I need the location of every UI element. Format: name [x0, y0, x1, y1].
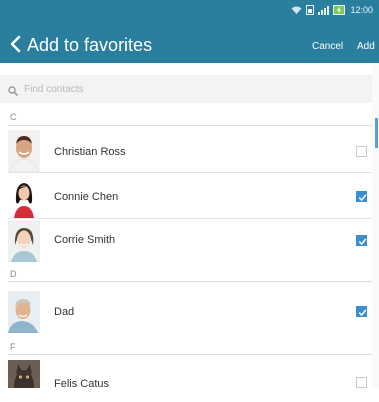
- contact-row[interactable]: Corrie Smith: [0, 220, 372, 262]
- contact-checkbox[interactable]: [356, 235, 367, 246]
- title-bar: Add to favorites Cancel Add: [0, 30, 379, 60]
- contact-row[interactable]: Christian Ross: [0, 130, 372, 172]
- contact-row[interactable]: Felis Catus: [0, 360, 372, 402]
- search-icon: [8, 83, 18, 101]
- avatar: [8, 130, 40, 172]
- contact-name: Corrie Smith: [54, 234, 116, 246]
- avatar: [8, 220, 40, 262]
- wifi-icon: [291, 6, 302, 15]
- sim-icon: [306, 5, 315, 15]
- contact-name: Christian Ross: [54, 146, 126, 158]
- section-letter: D: [10, 269, 17, 279]
- contact-checkbox[interactable]: [356, 306, 367, 317]
- contact-row[interactable]: Dad: [0, 291, 372, 333]
- row-divider: [8, 172, 372, 173]
- section-divider: [8, 281, 372, 282]
- contact-checkbox[interactable]: [356, 377, 367, 388]
- section-letter: C: [10, 112, 17, 122]
- contact-checkbox[interactable]: [356, 146, 367, 157]
- list-edge: [372, 63, 379, 388]
- avatar: [8, 176, 40, 218]
- contact-name: Dad: [54, 306, 75, 318]
- row-divider: [8, 218, 372, 219]
- avatar: [8, 360, 40, 388]
- add-button[interactable]: Add: [357, 41, 375, 52]
- section-divider: [8, 125, 372, 126]
- status-time: 12:00: [350, 5, 373, 15]
- avatar: [8, 291, 40, 333]
- section-letter: F: [10, 342, 16, 352]
- battery-charging-icon: [333, 5, 346, 15]
- back-button[interactable]: [9, 34, 25, 54]
- contact-checkbox[interactable]: [356, 191, 367, 202]
- search-bar: [0, 75, 372, 103]
- contact-name: Connie Chen: [54, 191, 119, 203]
- cancel-button[interactable]: Cancel: [312, 41, 343, 52]
- checkmark-icon: [358, 309, 367, 317]
- contact-row[interactable]: Connie Chen: [0, 176, 372, 218]
- status-bar: 12:00: [291, 3, 373, 17]
- checkmark-icon: [358, 194, 367, 202]
- app-header: 12:00 Add to favorites Cancel Add: [0, 0, 379, 63]
- contact-name: Felis Catus: [54, 378, 110, 390]
- signal-icon: [318, 5, 330, 15]
- scrollbar[interactable]: [375, 118, 378, 148]
- section-divider: [8, 354, 372, 355]
- search-input[interactable]: [24, 79, 344, 99]
- checkmark-icon: [358, 238, 367, 246]
- page-title: Add to favorites: [27, 35, 153, 55]
- chevron-left-icon: [10, 35, 21, 53]
